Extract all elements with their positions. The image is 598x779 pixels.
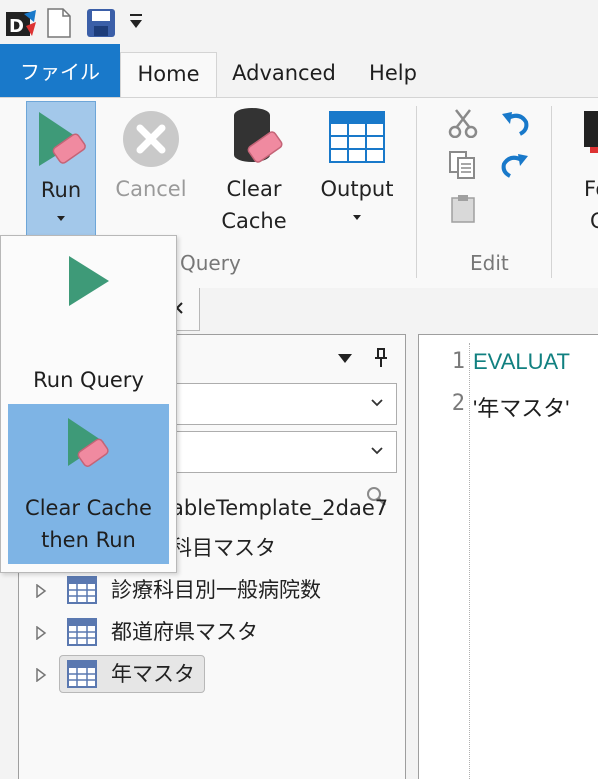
svg-text:D: D [9,16,24,37]
expand-arrow-icon[interactable] [35,584,47,598]
table-icon [67,660,97,688]
run-query-label: Run Query [33,368,144,392]
cancel-icon [123,111,179,167]
code-line: EVALUAT [473,349,570,374]
cut-icon[interactable] [448,108,478,138]
tree-item[interactable]: 科目マスタ [171,530,276,566]
run-dropdown-menu: Run Query Clear Cache then Run [0,235,177,573]
customize-qat-icon[interactable] [128,12,144,32]
tree-item[interactable]: 都道府県マスタ [35,614,375,650]
run-icon [39,112,86,166]
group-separator [551,106,552,278]
query-editor[interactable]: 1 EVALUAT 2 '年マスタ' [418,334,598,779]
format-label-1: Fo [584,177,598,201]
output-icon [329,111,385,163]
edit-group-label: Edit [470,251,509,275]
format-button[interactable]: Fo C [578,101,598,235]
tab-help[interactable]: Help [360,52,426,97]
clear-cache-label-2: Cache [221,209,287,233]
query-group-label: Query [180,251,241,275]
tree-item-label: 年マスタ [111,662,195,686]
tree-item-label: 科目マスタ [171,536,276,560]
clear-cache-run-icon [68,418,109,467]
chevron-down-icon [371,399,383,407]
line-number: 2 [451,391,465,416]
expand-arrow-icon[interactable] [35,668,47,682]
table-icon [67,576,97,604]
clear-cache-then-run-label-1: Clear Cache [25,496,152,520]
tree-item-label: 診療科目別一般病院数 [111,578,321,602]
clear-cache-then-run-label-2: then Run [41,528,136,552]
run-icon [69,256,109,306]
tree-item-label: 都道府県マスタ [111,620,258,644]
line-number: 1 [451,349,465,374]
ribbon-tab-bar: ファイル Home Advanced Help [0,44,598,98]
tab-advanced[interactable]: Advanced [224,52,344,97]
redo-icon[interactable] [500,150,530,180]
app-logo-icon[interactable]: D [6,8,38,38]
tree-item[interactable]: ableTemplate_2dae7 [171,490,388,526]
tree-item[interactable]: 診療科目別一般病院数 [35,572,375,608]
undo-icon[interactable] [500,108,530,138]
cancel-button[interactable]: Cancel [110,101,192,235]
clear-cache-then-run-menu-item[interactable]: Clear Cache then Run [8,404,169,564]
chevron-down-icon [371,447,383,455]
clear-cache-button[interactable]: Clear Cache [212,101,296,235]
cancel-label: Cancel [115,177,187,201]
clear-cache-label-1: Clear [226,177,282,201]
format-icon [584,111,598,153]
tab-home[interactable]: Home [120,52,217,98]
run-label: Run [40,178,82,202]
tab-file[interactable]: ファイル [0,44,120,97]
group-separator [416,106,417,278]
gutter-divider [469,343,470,779]
tree-item-selected[interactable]: 年マスタ [35,655,375,693]
chevron-down-icon [353,215,361,220]
expand-arrow-icon[interactable] [35,626,47,640]
panel-menu-dropdown-icon[interactable] [337,353,353,365]
paste-icon[interactable] [450,194,476,224]
clear-cache-icon [234,108,283,163]
new-file-icon[interactable] [46,8,72,38]
output-label: Output [320,177,394,201]
code-line: '年マスタ' [473,396,570,421]
run-query-menu-item[interactable]: Run Query [1,236,176,402]
copy-icon[interactable] [448,150,478,180]
output-button[interactable]: Output [312,101,402,235]
quick-access-toolbar: D [0,0,598,44]
format-label-2: C [590,209,598,233]
table-icon [67,618,97,646]
run-button[interactable]: Run [26,101,96,237]
save-icon[interactable] [86,8,116,38]
pin-icon[interactable] [372,347,390,369]
tree-item-label: ableTemplate_2dae7 [171,496,389,520]
chevron-down-icon [57,216,65,221]
